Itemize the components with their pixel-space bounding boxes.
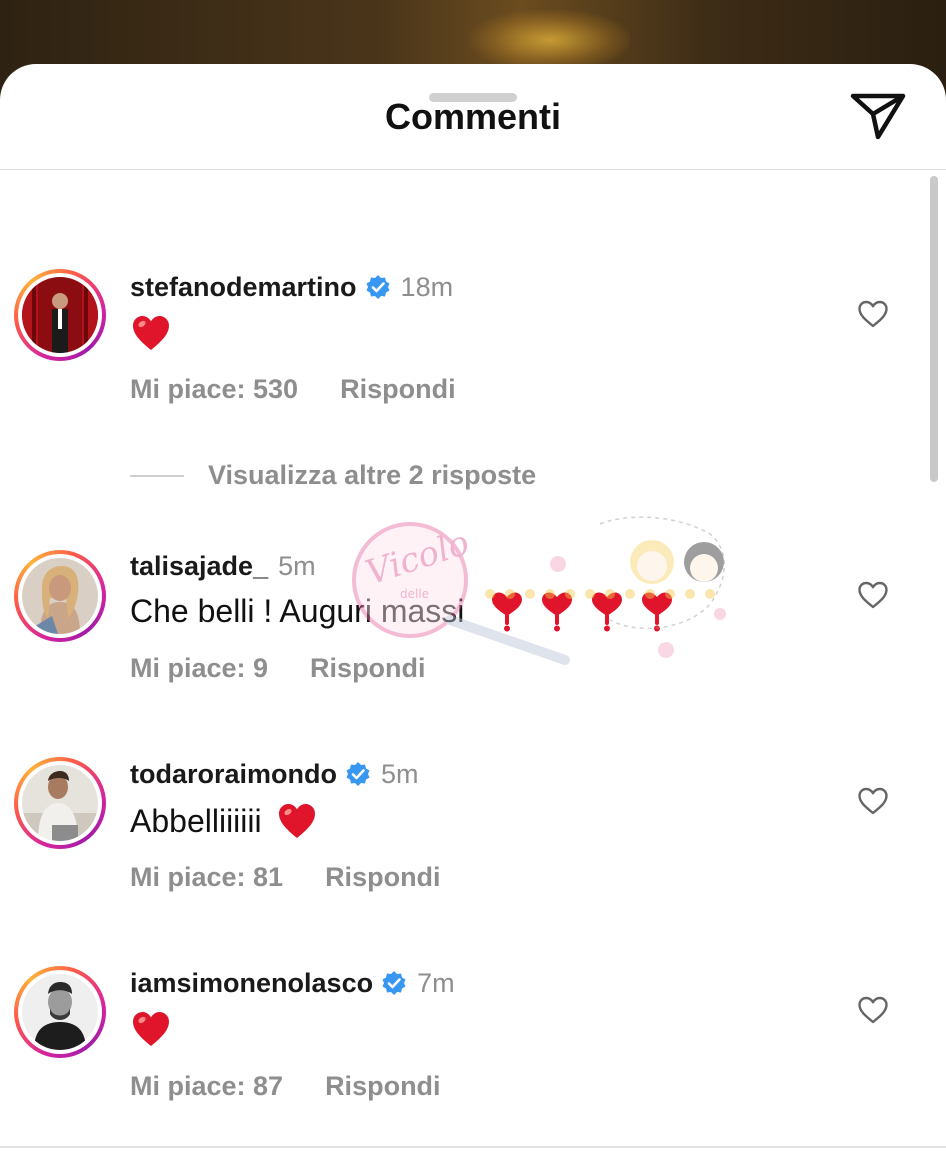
comment-body bbox=[130, 312, 172, 354]
comment-body: Abbelliiiiii bbox=[130, 800, 318, 842]
avatar[interactable] bbox=[14, 269, 106, 361]
heart-outline-icon[interactable] bbox=[857, 299, 889, 329]
comment-time: 7m bbox=[417, 967, 455, 998]
comment-header: iamsimonenolasco 7m bbox=[130, 965, 455, 1001]
comment-username[interactable]: talisajade_ bbox=[130, 551, 268, 582]
comment-time: 18m bbox=[400, 271, 454, 302]
heart-outline-icon[interactable] bbox=[857, 995, 889, 1025]
view-more-replies-label: Visualizza altre 2 risposte bbox=[208, 460, 537, 490]
red-heart-emoji bbox=[133, 1012, 169, 1046]
comment-text: Abbelliiiiii bbox=[130, 802, 262, 839]
comment-actions: Mi piace: 9 Rispondi bbox=[130, 653, 426, 684]
heart-outline-icon[interactable] bbox=[857, 580, 889, 610]
heart-exclamation-emoji bbox=[642, 592, 673, 632]
like-count[interactable]: Mi piace: 87 bbox=[130, 1071, 283, 1102]
comment-username[interactable]: todaroraimondo bbox=[130, 759, 337, 790]
comment-time: 5m bbox=[278, 550, 316, 581]
comment-body bbox=[130, 1008, 172, 1050]
view-more-replies[interactable]: Visualizza altre 2 risposte bbox=[130, 460, 536, 491]
heart-exclamation-emoji bbox=[592, 592, 623, 632]
comment-username[interactable]: stefanodemartino bbox=[130, 272, 357, 303]
avatar-photo bbox=[22, 558, 98, 634]
heart-outline-icon[interactable] bbox=[857, 786, 889, 816]
comment-body: Che belli ! Auguri massi bbox=[130, 590, 678, 632]
like-count[interactable]: Mi piace: 81 bbox=[130, 862, 283, 893]
heart-exclamation-emoji bbox=[492, 592, 523, 632]
comment-actions: Mi piace: 530 Rispondi bbox=[130, 374, 456, 405]
avatar-photo bbox=[22, 765, 98, 841]
bottom-divider bbox=[0, 1146, 946, 1148]
comment-header: talisajade_ 5m bbox=[130, 548, 316, 584]
comment-actions: Mi piace: 81 Rispondi bbox=[130, 862, 441, 893]
reply-button[interactable]: Rispondi bbox=[340, 374, 456, 405]
avatar[interactable] bbox=[14, 966, 106, 1058]
comment-item: iamsimonenolasco 7m Mi piace: 87 Rispond… bbox=[0, 0, 946, 1101]
comment-header: stefanodemartino 18m bbox=[130, 269, 453, 305]
like-count[interactable]: Mi piace: 9 bbox=[130, 653, 268, 684]
comment-time: 5m bbox=[381, 758, 419, 789]
reply-button[interactable]: Rispondi bbox=[325, 1071, 441, 1102]
verified-badge-icon bbox=[346, 762, 370, 786]
avatar[interactable] bbox=[14, 550, 106, 642]
comment-header: todaroraimondo 5m bbox=[130, 756, 419, 792]
heart-exclamation-emoji bbox=[542, 592, 573, 632]
red-heart-emoji bbox=[278, 804, 315, 838]
red-heart-emoji bbox=[133, 316, 169, 350]
comment-username[interactable]: iamsimonenolasco bbox=[130, 968, 373, 999]
comment-text: Che belli ! Auguri massi bbox=[130, 592, 465, 629]
avatar[interactable] bbox=[14, 757, 106, 849]
reply-button[interactable]: Rispondi bbox=[325, 862, 441, 893]
comment-actions: Mi piace: 87 Rispondi bbox=[130, 1071, 441, 1102]
scrollbar[interactable] bbox=[930, 176, 938, 482]
avatar-photo bbox=[22, 974, 98, 1050]
verified-badge-icon bbox=[382, 971, 406, 995]
reply-button[interactable]: Rispondi bbox=[310, 653, 426, 684]
verified-badge-icon bbox=[366, 275, 390, 299]
replies-divider-line bbox=[130, 474, 184, 477]
avatar-photo bbox=[22, 277, 98, 353]
like-count[interactable]: Mi piace: 530 bbox=[130, 374, 298, 405]
